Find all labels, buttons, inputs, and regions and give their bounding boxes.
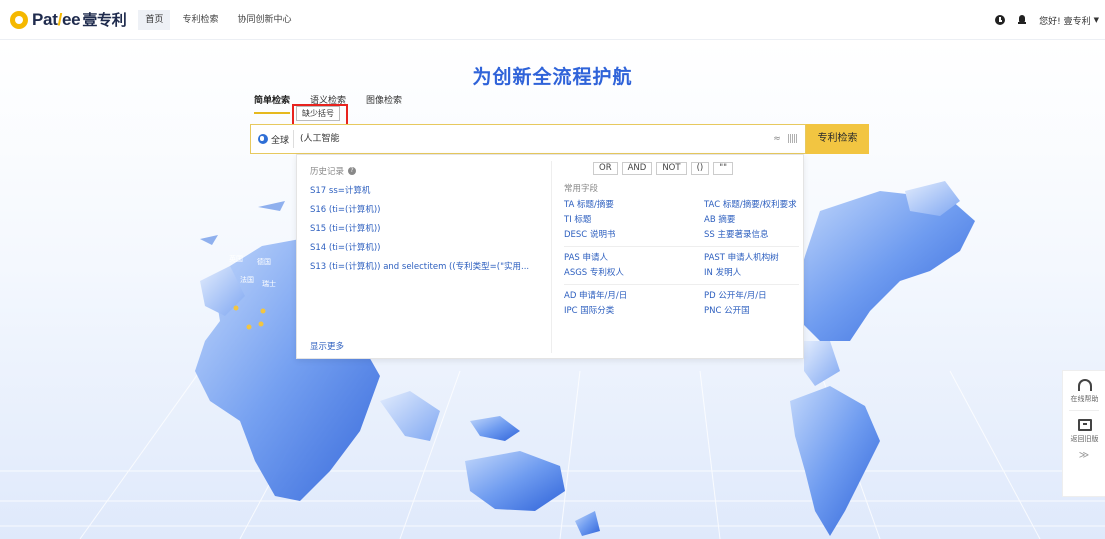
history-item[interactable]: S14 (ti=(计算机)) xyxy=(310,239,550,258)
double-chevron-right-icon[interactable]: ≫ xyxy=(1063,444,1105,461)
field-option[interactable]: TA 标题/摘要 xyxy=(564,198,704,213)
scope-label: 全球 xyxy=(271,135,290,146)
headset-icon xyxy=(1077,379,1092,391)
bell-icon[interactable] xyxy=(1017,15,1027,25)
main-nav: 首页 专利检索 协同创新中心 xyxy=(138,0,303,40)
help-icon[interactable]: ? xyxy=(348,167,357,175)
divider xyxy=(564,246,799,247)
field-option[interactable]: AB 摘要 xyxy=(704,213,799,228)
field-option[interactable]: ASGS 专利权人 xyxy=(564,266,704,281)
operator-buttons: OR AND NOT () "" xyxy=(593,162,737,175)
field-option[interactable]: TAC 标题/摘要/权利要求 xyxy=(704,198,799,213)
globe-icon xyxy=(258,134,268,144)
patent-search-button[interactable]: 专利检索 xyxy=(806,124,869,154)
fields-grid: TA 标题/摘要 TAC 标题/摘要/权利要求 TI 标题 AB 摘要 DESC… xyxy=(564,198,799,319)
return-old-version-label: 返回旧版 xyxy=(1070,435,1099,443)
field-option[interactable]: AD 申请年/月/日 xyxy=(564,289,704,304)
user-area: 您好! 壹专利 ▼ xyxy=(995,0,1099,40)
operator-quotes-button[interactable]: "" xyxy=(713,162,734,175)
tab-simple-search[interactable]: 简单检索 xyxy=(254,93,291,114)
history-header: 历史记录 ? xyxy=(310,165,550,177)
field-option[interactable]: PD 公开年/月/日 xyxy=(704,289,799,304)
history-title: 历史记录 xyxy=(310,167,345,177)
top-navigation-bar: Pat/ee 壹专利 首页 专利检索 协同创新中心 您好! 壹专利 ▼ xyxy=(0,0,1105,40)
search-bar: 全球 (人工智能 ≈ ||||| xyxy=(250,124,806,154)
nav-item-home[interactable]: 首页 xyxy=(138,9,171,30)
search-suggestions-panel: 历史记录 ? S17 ss=计算机 S16 (ti=(计算机)) S15 (ti… xyxy=(296,154,804,359)
fields-title: 常用字段 xyxy=(564,184,599,194)
map-label: 德国 xyxy=(257,258,271,266)
operator-not-button[interactable]: NOT xyxy=(656,162,687,175)
page-title: 为创新全流程护航 xyxy=(472,66,633,88)
history-item[interactable]: S13 (ti=(计算机)) and selectitem ((专利类型=("实… xyxy=(310,258,550,277)
nav-item-innovation-center[interactable]: 协同创新中心 xyxy=(230,10,298,30)
search-history: 历史记录 ? S17 ss=计算机 S16 (ti=(计算机)) S15 (ti… xyxy=(310,165,550,277)
scope-selector[interactable]: 全球 xyxy=(251,125,293,153)
operator-or-button[interactable]: OR xyxy=(593,162,618,175)
map-label: 瑞士 xyxy=(262,280,276,288)
history-item[interactable]: S15 (ti=(计算机)) xyxy=(310,220,550,239)
divider xyxy=(564,284,799,285)
floating-side-panel: 在线帮助 返回旧版 ≫ xyxy=(1062,370,1105,497)
approx-icon[interactable]: ≈ xyxy=(773,134,781,144)
online-help-button[interactable]: 在线帮助 xyxy=(1063,371,1105,404)
field-option[interactable]: IN 发明人 xyxy=(704,266,799,281)
logo-text: Pat/ee 壹专利 xyxy=(32,10,127,29)
barcode-icon[interactable]: ||||| xyxy=(787,134,798,144)
clock-icon[interactable] xyxy=(995,15,1006,25)
search-input[interactable]: (人工智能 xyxy=(294,125,773,153)
field-option[interactable]: PNC 公开国 xyxy=(704,304,799,319)
history-item[interactable]: S16 (ti=(计算机)) xyxy=(310,201,550,220)
monitor-icon xyxy=(1077,419,1092,431)
field-option[interactable]: SS 主要著录信息 xyxy=(704,228,799,243)
field-option[interactable]: IPC 国际分类 xyxy=(564,304,704,319)
map-label: 英国 xyxy=(229,255,243,263)
history-item[interactable]: S17 ss=计算机 xyxy=(310,182,550,201)
online-help-label: 在线帮助 xyxy=(1070,395,1099,403)
show-more-link[interactable]: 显示更多 xyxy=(310,340,344,352)
operator-and-button[interactable]: AND xyxy=(621,162,653,175)
logo-icon xyxy=(10,10,28,29)
divider xyxy=(551,161,552,353)
return-old-version-button[interactable]: 返回旧版 xyxy=(1063,411,1105,444)
field-option[interactable]: PAST 申请人机构树 xyxy=(704,251,799,266)
chevron-down-icon[interactable]: ▼ xyxy=(1094,16,1099,24)
common-fields: 常用字段 TA 标题/摘要 TAC 标题/摘要/权利要求 TI 标题 AB 摘要… xyxy=(564,182,799,319)
field-option[interactable]: TI 标题 xyxy=(564,213,704,228)
field-option[interactable]: DESC 说明书 xyxy=(564,228,704,243)
field-option[interactable]: PAS 申请人 xyxy=(564,251,704,266)
nav-item-patent-search[interactable]: 专利检索 xyxy=(175,10,225,30)
logo[interactable]: Pat/ee 壹专利 xyxy=(10,0,127,40)
operator-parens-button[interactable]: () xyxy=(690,162,710,175)
map-label: 法国 xyxy=(240,276,254,284)
user-greeting[interactable]: 您好! 壹专利 xyxy=(1039,14,1090,27)
tab-image-search[interactable]: 图像检索 xyxy=(366,93,402,114)
